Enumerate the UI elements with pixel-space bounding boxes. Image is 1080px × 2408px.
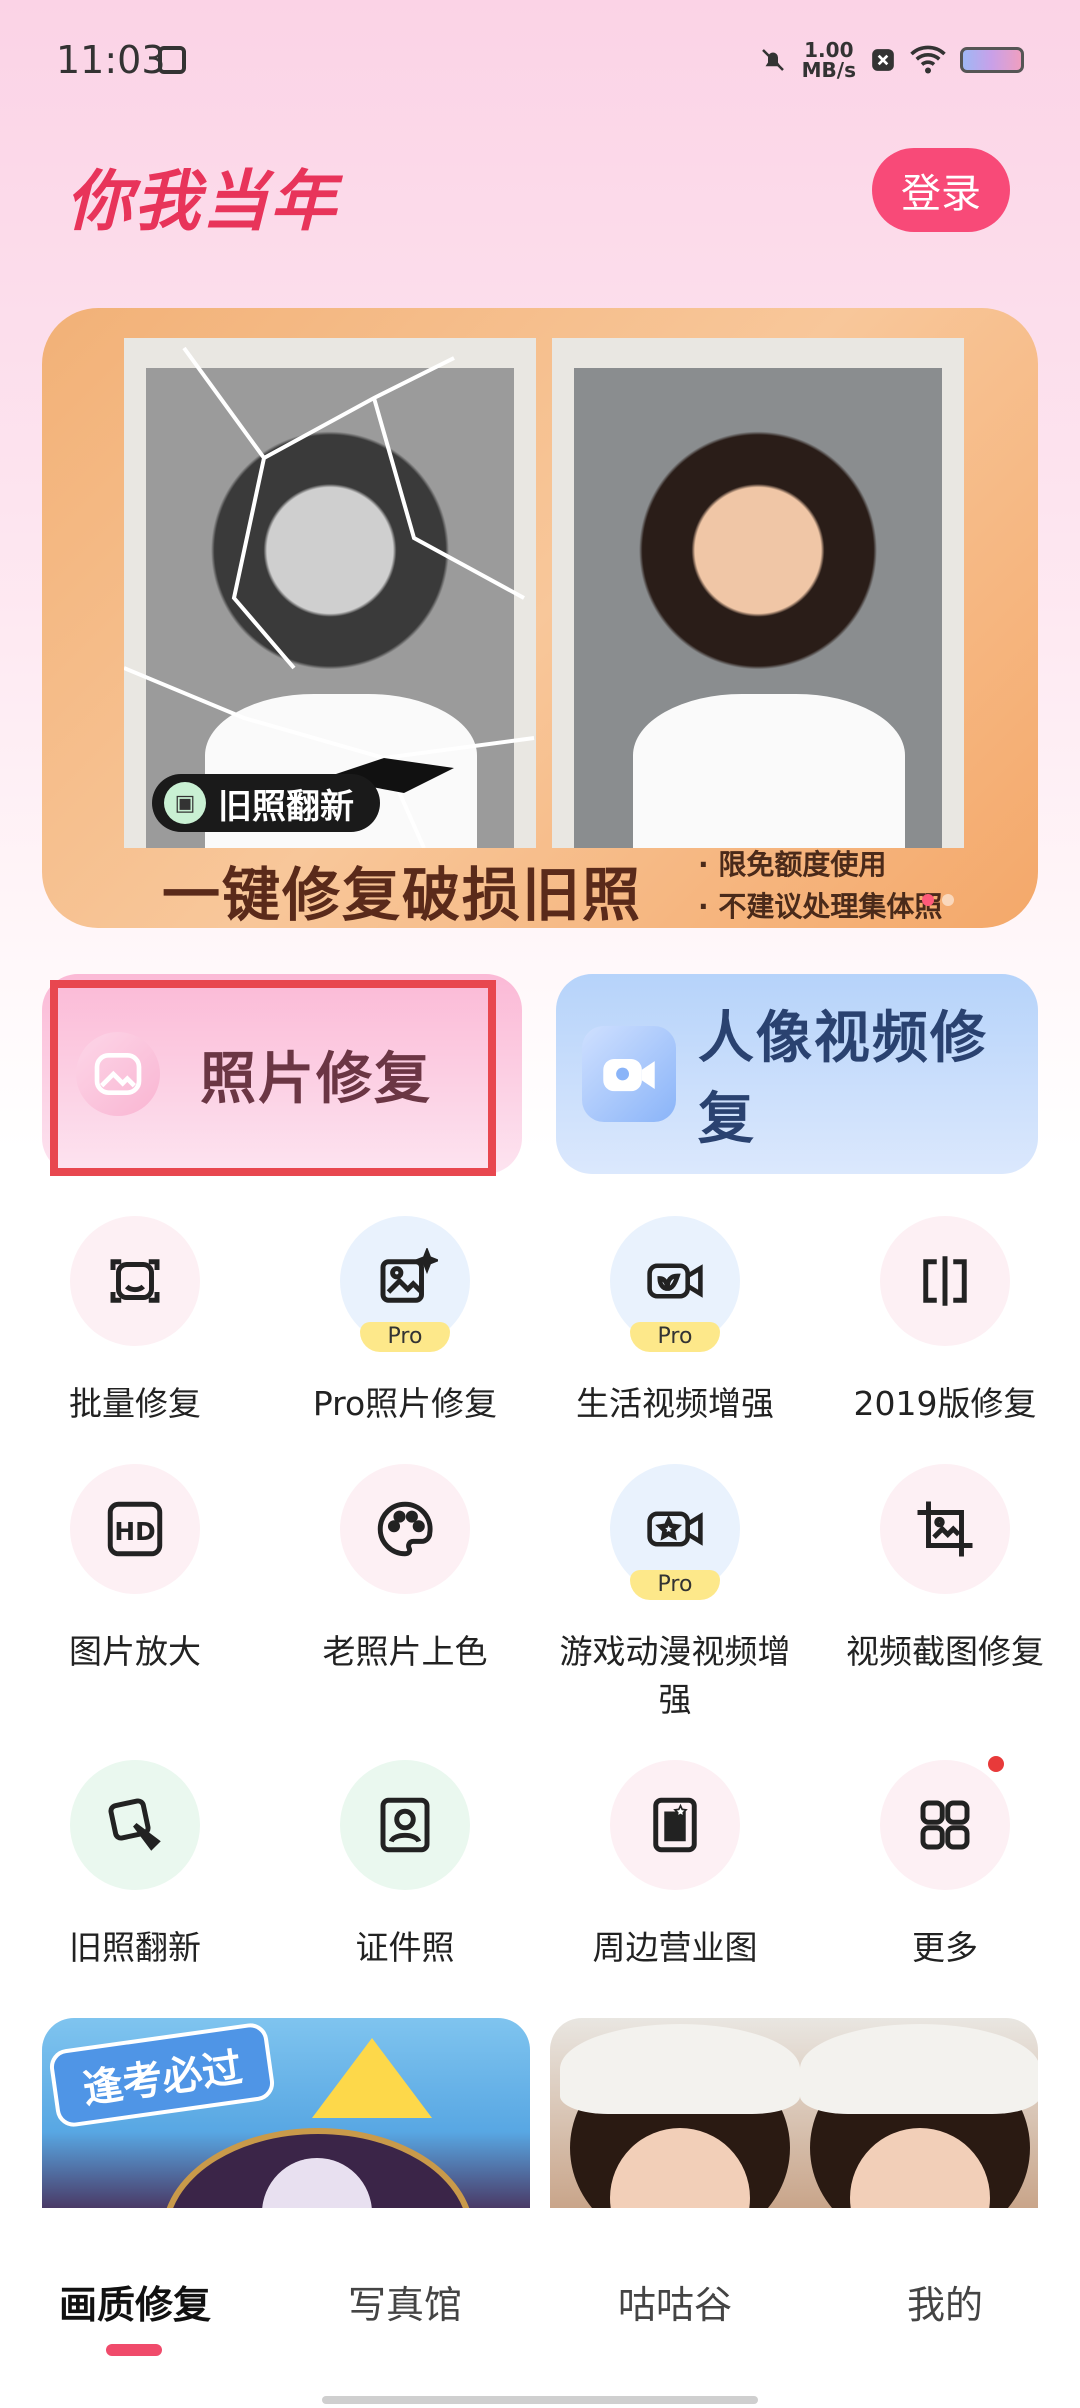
image-sparkle-icon: Pro — [340, 1216, 470, 1352]
banner-tag-label: 旧照翻新 — [218, 786, 354, 827]
bottom-nav: 画质修复 写真馆 咕咕谷 我的 — [0, 2208, 1080, 2408]
carousel-dot — [942, 894, 954, 906]
tool-label: 2019版修复 — [853, 1384, 1037, 1423]
status-time: 11:03 — [56, 38, 166, 82]
nav-tab-gugu-valley[interactable]: 咕咕谷 — [540, 2274, 810, 2329]
nav-tab-mine[interactable]: 我的 — [810, 2274, 1080, 2329]
brush-photo-icon — [70, 1760, 200, 1890]
restored-photo-image — [552, 338, 964, 848]
tool-old-photo-refresh[interactable]: 旧照翻新 — [0, 1760, 270, 1972]
promo-card-portrait[interactable] — [550, 2018, 1038, 2208]
promo-card-exam[interactable]: 逢考必过 — [42, 2018, 530, 2208]
speed-unit: MB/s — [801, 58, 856, 82]
pro-badge: Pro — [630, 1322, 720, 1352]
tool-id-photo[interactable]: 证件照 — [270, 1760, 540, 1972]
crop-image-icon — [880, 1464, 1010, 1594]
tool-colorize[interactable]: 老照片上色 — [270, 1464, 540, 1676]
compare-icon — [880, 1216, 1010, 1346]
video-leaf-icon: Pro — [610, 1216, 740, 1352]
tool-label: 更多 — [912, 1928, 978, 1967]
svg-text:HD: HD — [114, 1517, 155, 1546]
battery-icon — [960, 47, 1024, 73]
exam-badge: 逢考必过 — [47, 2021, 277, 2129]
tool-label: 图片放大 — [69, 1632, 201, 1671]
tool-label: 生活视频增强 — [576, 1384, 774, 1423]
notification-dot — [988, 1756, 1004, 1772]
banner-tag: ▣ 旧照翻新 — [152, 774, 380, 832]
nav-tab-photo-studio[interactable]: 写真馆 — [270, 2274, 540, 2329]
tool-image-upscale[interactable]: HD 图片放大 — [0, 1464, 270, 1676]
video-camera-icon — [582, 1026, 676, 1122]
tool-more[interactable]: 更多 — [810, 1756, 1080, 1972]
tool-label: 批量修复 — [69, 1384, 201, 1423]
brush-photo-icon: ▣ — [164, 782, 206, 824]
pro-badge: Pro — [630, 1570, 720, 1600]
tool-2019-repair[interactable]: 2019版修复 — [810, 1216, 1080, 1428]
crack-overlay — [124, 346, 535, 848]
close-box-icon — [872, 49, 894, 71]
banner-note: · 不建议处理集体照 — [698, 890, 943, 923]
notification-icon — [158, 46, 186, 74]
tool-batch-repair[interactable]: 批量修复 — [0, 1216, 270, 1428]
tool-label: 证件照 — [355, 1928, 455, 1967]
carousel-dot-active — [922, 894, 934, 906]
speed-value: 1.00 — [804, 38, 854, 62]
tool-anime-video-enhance[interactable]: Pro 游戏动漫视频增强 — [540, 1464, 810, 1724]
promo-banner[interactable]: ▣ 旧照翻新 一键修复破损旧照 · 限免额度使用 · 不建议处理集体照 — [42, 308, 1038, 928]
crown-icon — [312, 2038, 432, 2118]
face-scan-icon — [70, 1216, 200, 1346]
wifi-icon — [910, 45, 946, 74]
nav-tab-quality-repair[interactable]: 画质修复 — [0, 2274, 270, 2329]
star-card-icon — [610, 1760, 740, 1890]
mute-bell-icon — [761, 49, 784, 71]
login-button[interactable]: 登录 — [872, 148, 1010, 232]
tool-pro-photo-repair[interactable]: Pro Pro照片修复 — [270, 1216, 540, 1428]
tool-life-video-enhance[interactable]: Pro 生活视频增强 — [540, 1216, 810, 1428]
grid-icon — [880, 1756, 1010, 1890]
id-photo-icon — [340, 1760, 470, 1890]
portrait-video-label: 人像视频修复 — [697, 1006, 988, 1152]
tool-label: 旧照翻新 — [69, 1928, 201, 1967]
tool-label: 周边营业图 — [592, 1928, 758, 1967]
banner-title: 一键修复破损旧照 — [162, 861, 643, 928]
gesture-home-bar[interactable] — [322, 2396, 758, 2404]
banner-note: · 限免额度使用 — [698, 848, 887, 881]
tool-merch-image[interactable]: 周边营业图 — [540, 1760, 810, 1972]
old-photo-image — [124, 338, 536, 848]
selection-highlight — [50, 980, 496, 1176]
hd-icon: HD — [70, 1464, 200, 1594]
tool-video-screenshot-repair[interactable]: 视频截图修复 — [810, 1464, 1080, 1676]
portrait-video-card[interactable]: 人像视频修复 — [556, 974, 1038, 1174]
palette-icon — [340, 1464, 470, 1594]
network-speed: 1.00 MB/s — [802, 40, 856, 80]
tool-label: 游戏动漫视频增强 — [559, 1632, 791, 1719]
tool-label: 老照片上色 — [322, 1632, 488, 1671]
app-logo-text: 你我当年 — [66, 163, 338, 240]
nav-active-indicator — [106, 2344, 162, 2356]
status-icons: 1.00 MB/s — [758, 40, 1024, 80]
banner-notes: · 限免额度使用 · 不建议处理集体照 — [698, 844, 942, 928]
tool-label: Pro照片修复 — [312, 1384, 498, 1423]
video-star-icon: Pro — [610, 1464, 740, 1600]
pro-badge: Pro — [360, 1322, 450, 1352]
tool-label: 视频截图修复 — [846, 1632, 1044, 1671]
